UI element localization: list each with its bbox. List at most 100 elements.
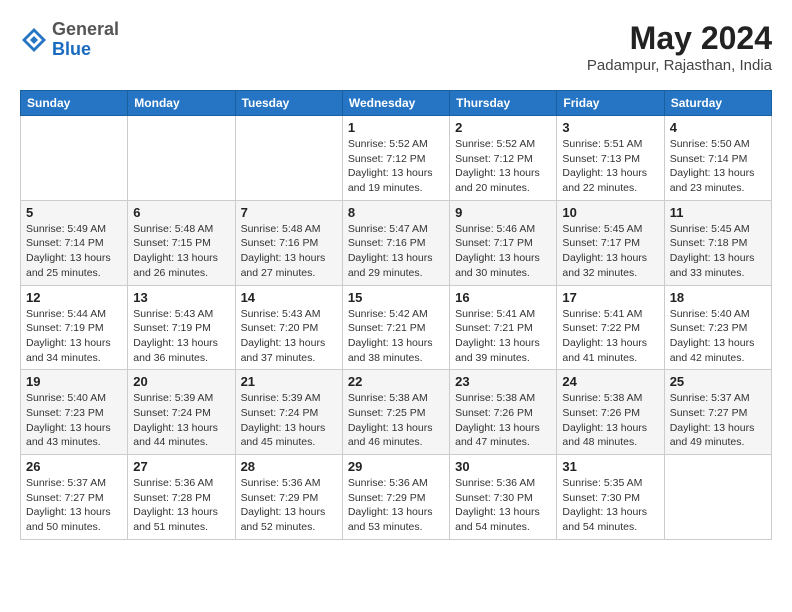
day-cell [664, 455, 771, 540]
logo-text: General Blue [52, 20, 119, 60]
day-number: 1 [348, 120, 444, 135]
day-cell: 28 Sunrise: 5:36 AM Sunset: 7:29 PM Dayli… [235, 455, 342, 540]
day-cell: 18 Sunrise: 5:40 AM Sunset: 7:23 PM Dayli… [664, 285, 771, 370]
day-number: 8 [348, 205, 444, 220]
day-number: 12 [26, 290, 122, 305]
day-number: 28 [241, 459, 337, 474]
day-number: 11 [670, 205, 766, 220]
week-row-2: 5 Sunrise: 5:49 AM Sunset: 7:14 PM Daylig… [21, 200, 772, 285]
day-cell: 5 Sunrise: 5:49 AM Sunset: 7:14 PM Daylig… [21, 200, 128, 285]
header-cell-friday: Friday [557, 91, 664, 116]
week-row-1: 1 Sunrise: 5:52 AM Sunset: 7:12 PM Daylig… [21, 116, 772, 201]
day-cell: 4 Sunrise: 5:50 AM Sunset: 7:14 PM Daylig… [664, 116, 771, 201]
calendar-table: SundayMondayTuesdayWednesdayThursdayFrid… [20, 90, 772, 540]
day-info: Sunrise: 5:50 AM Sunset: 7:14 PM Dayligh… [670, 137, 766, 196]
day-cell: 29Sunrise: 5:36 AM Sunset: 7:29 PM Dayli… [342, 455, 449, 540]
day-info: Sunrise: 5:41 AM Sunset: 7:22 PM Dayligh… [562, 307, 658, 366]
day-number: 31 [562, 459, 658, 474]
day-info: Sunrise: 5:38 AM Sunset: 7:26 PM Dayligh… [455, 391, 551, 450]
day-info: Sunrise: 5:37 AM Sunset: 7:27 PM Dayligh… [670, 391, 766, 450]
day-number: 30 [455, 459, 551, 474]
day-number: 10 [562, 205, 658, 220]
day-cell: 16Sunrise: 5:41 AM Sunset: 7:21 PM Dayli… [450, 285, 557, 370]
day-info: Sunrise: 5:39 AM Sunset: 7:24 PM Dayligh… [241, 391, 337, 450]
day-cell: 20 Sunrise: 5:39 AM Sunset: 7:24 PM Dayli… [128, 370, 235, 455]
day-cell: 7 Sunrise: 5:48 AM Sunset: 7:16 PM Daylig… [235, 200, 342, 285]
header-cell-monday: Monday [128, 91, 235, 116]
day-cell: 11 Sunrise: 5:45 AM Sunset: 7:18 PM Dayli… [664, 200, 771, 285]
day-info: Sunrise: 5:38 AM Sunset: 7:25 PM Dayligh… [348, 391, 444, 450]
day-info: Sunrise: 5:49 AM Sunset: 7:14 PM Dayligh… [26, 222, 122, 281]
day-cell: 27 Sunrise: 5:36 AM Sunset: 7:28 PM Dayli… [128, 455, 235, 540]
day-number: 2 [455, 120, 551, 135]
day-number: 19 [26, 374, 122, 389]
week-row-5: 26 Sunrise: 5:37 AM Sunset: 7:27 PM Dayli… [21, 455, 772, 540]
day-number: 7 [241, 205, 337, 220]
day-cell: 25 Sunrise: 5:37 AM Sunset: 7:27 PM Dayli… [664, 370, 771, 455]
day-info: Sunrise: 5:36 AM Sunset: 7:28 PM Dayligh… [133, 476, 229, 535]
page-header: General Blue May 2024 Padampur, Rajastha… [20, 20, 772, 74]
day-info: Sunrise: 5:37 AM Sunset: 7:27 PM Dayligh… [26, 476, 122, 535]
day-cell: 10Sunrise: 5:45 AM Sunset: 7:17 PM Dayli… [557, 200, 664, 285]
day-cell: 23Sunrise: 5:38 AM Sunset: 7:26 PM Dayli… [450, 370, 557, 455]
day-cell: 17 Sunrise: 5:41 AM Sunset: 7:22 PM Dayli… [557, 285, 664, 370]
day-info: Sunrise: 5:47 AM Sunset: 7:16 PM Dayligh… [348, 222, 444, 281]
day-number: 26 [26, 459, 122, 474]
day-number: 18 [670, 290, 766, 305]
day-cell [235, 116, 342, 201]
header-cell-sunday: Sunday [21, 91, 128, 116]
day-number: 3 [562, 120, 658, 135]
day-number: 25 [670, 374, 766, 389]
month-year-title: May 2024 [587, 20, 772, 57]
day-number: 27 [133, 459, 229, 474]
week-row-4: 19 Sunrise: 5:40 AM Sunset: 7:23 PM Dayli… [21, 370, 772, 455]
day-info: Sunrise: 5:52 AM Sunset: 7:12 PM Dayligh… [455, 137, 551, 196]
day-number: 14 [241, 290, 337, 305]
day-info: Sunrise: 5:39 AM Sunset: 7:24 PM Dayligh… [133, 391, 229, 450]
day-info: Sunrise: 5:45 AM Sunset: 7:18 PM Dayligh… [670, 222, 766, 281]
calendar-body: 1 Sunrise: 5:52 AM Sunset: 7:12 PM Daylig… [21, 116, 772, 540]
header-cell-saturday: Saturday [664, 91, 771, 116]
location-title: Padampur, Rajasthan, India [587, 57, 772, 74]
day-info: Sunrise: 5:36 AM Sunset: 7:29 PM Dayligh… [348, 476, 444, 535]
day-info: Sunrise: 5:36 AM Sunset: 7:29 PM Dayligh… [241, 476, 337, 535]
day-cell: 8 Sunrise: 5:47 AM Sunset: 7:16 PM Daylig… [342, 200, 449, 285]
day-cell: 24Sunrise: 5:38 AM Sunset: 7:26 PM Dayli… [557, 370, 664, 455]
day-info: Sunrise: 5:35 AM Sunset: 7:30 PM Dayligh… [562, 476, 658, 535]
header-cell-thursday: Thursday [450, 91, 557, 116]
day-cell [21, 116, 128, 201]
week-row-3: 12 Sunrise: 5:44 AM Sunset: 7:19 PM Dayli… [21, 285, 772, 370]
title-block: May 2024 Padampur, Rajasthan, India [587, 20, 772, 74]
day-info: Sunrise: 5:48 AM Sunset: 7:16 PM Dayligh… [241, 222, 337, 281]
day-number: 17 [562, 290, 658, 305]
day-number: 6 [133, 205, 229, 220]
day-number: 16 [455, 290, 551, 305]
day-info: Sunrise: 5:51 AM Sunset: 7:13 PM Dayligh… [562, 137, 658, 196]
day-number: 22 [348, 374, 444, 389]
header-row: SundayMondayTuesdayWednesdayThursdayFrid… [21, 91, 772, 116]
day-info: Sunrise: 5:46 AM Sunset: 7:17 PM Dayligh… [455, 222, 551, 281]
day-number: 20 [133, 374, 229, 389]
day-number: 4 [670, 120, 766, 135]
day-info: Sunrise: 5:44 AM Sunset: 7:19 PM Dayligh… [26, 307, 122, 366]
day-number: 24 [562, 374, 658, 389]
logo: General Blue [20, 20, 119, 60]
day-cell: 21 Sunrise: 5:39 AM Sunset: 7:24 PM Dayli… [235, 370, 342, 455]
day-info: Sunrise: 5:52 AM Sunset: 7:12 PM Dayligh… [348, 137, 444, 196]
day-number: 21 [241, 374, 337, 389]
day-number: 15 [348, 290, 444, 305]
logo-blue-text: Blue [52, 39, 91, 59]
day-info: Sunrise: 5:40 AM Sunset: 7:23 PM Dayligh… [26, 391, 122, 450]
day-info: Sunrise: 5:40 AM Sunset: 7:23 PM Dayligh… [670, 307, 766, 366]
calendar-header: SundayMondayTuesdayWednesdayThursdayFrid… [21, 91, 772, 116]
day-number: 13 [133, 290, 229, 305]
day-cell: 3 Sunrise: 5:51 AM Sunset: 7:13 PM Daylig… [557, 116, 664, 201]
header-cell-wednesday: Wednesday [342, 91, 449, 116]
day-number: 5 [26, 205, 122, 220]
day-cell: 26 Sunrise: 5:37 AM Sunset: 7:27 PM Dayli… [21, 455, 128, 540]
day-cell: 1 Sunrise: 5:52 AM Sunset: 7:12 PM Daylig… [342, 116, 449, 201]
day-cell: 13Sunrise: 5:43 AM Sunset: 7:19 PM Dayli… [128, 285, 235, 370]
day-info: Sunrise: 5:42 AM Sunset: 7:21 PM Dayligh… [348, 307, 444, 366]
day-cell: 15 Sunrise: 5:42 AM Sunset: 7:21 PM Dayli… [342, 285, 449, 370]
day-cell: 9Sunrise: 5:46 AM Sunset: 7:17 PM Daylig… [450, 200, 557, 285]
